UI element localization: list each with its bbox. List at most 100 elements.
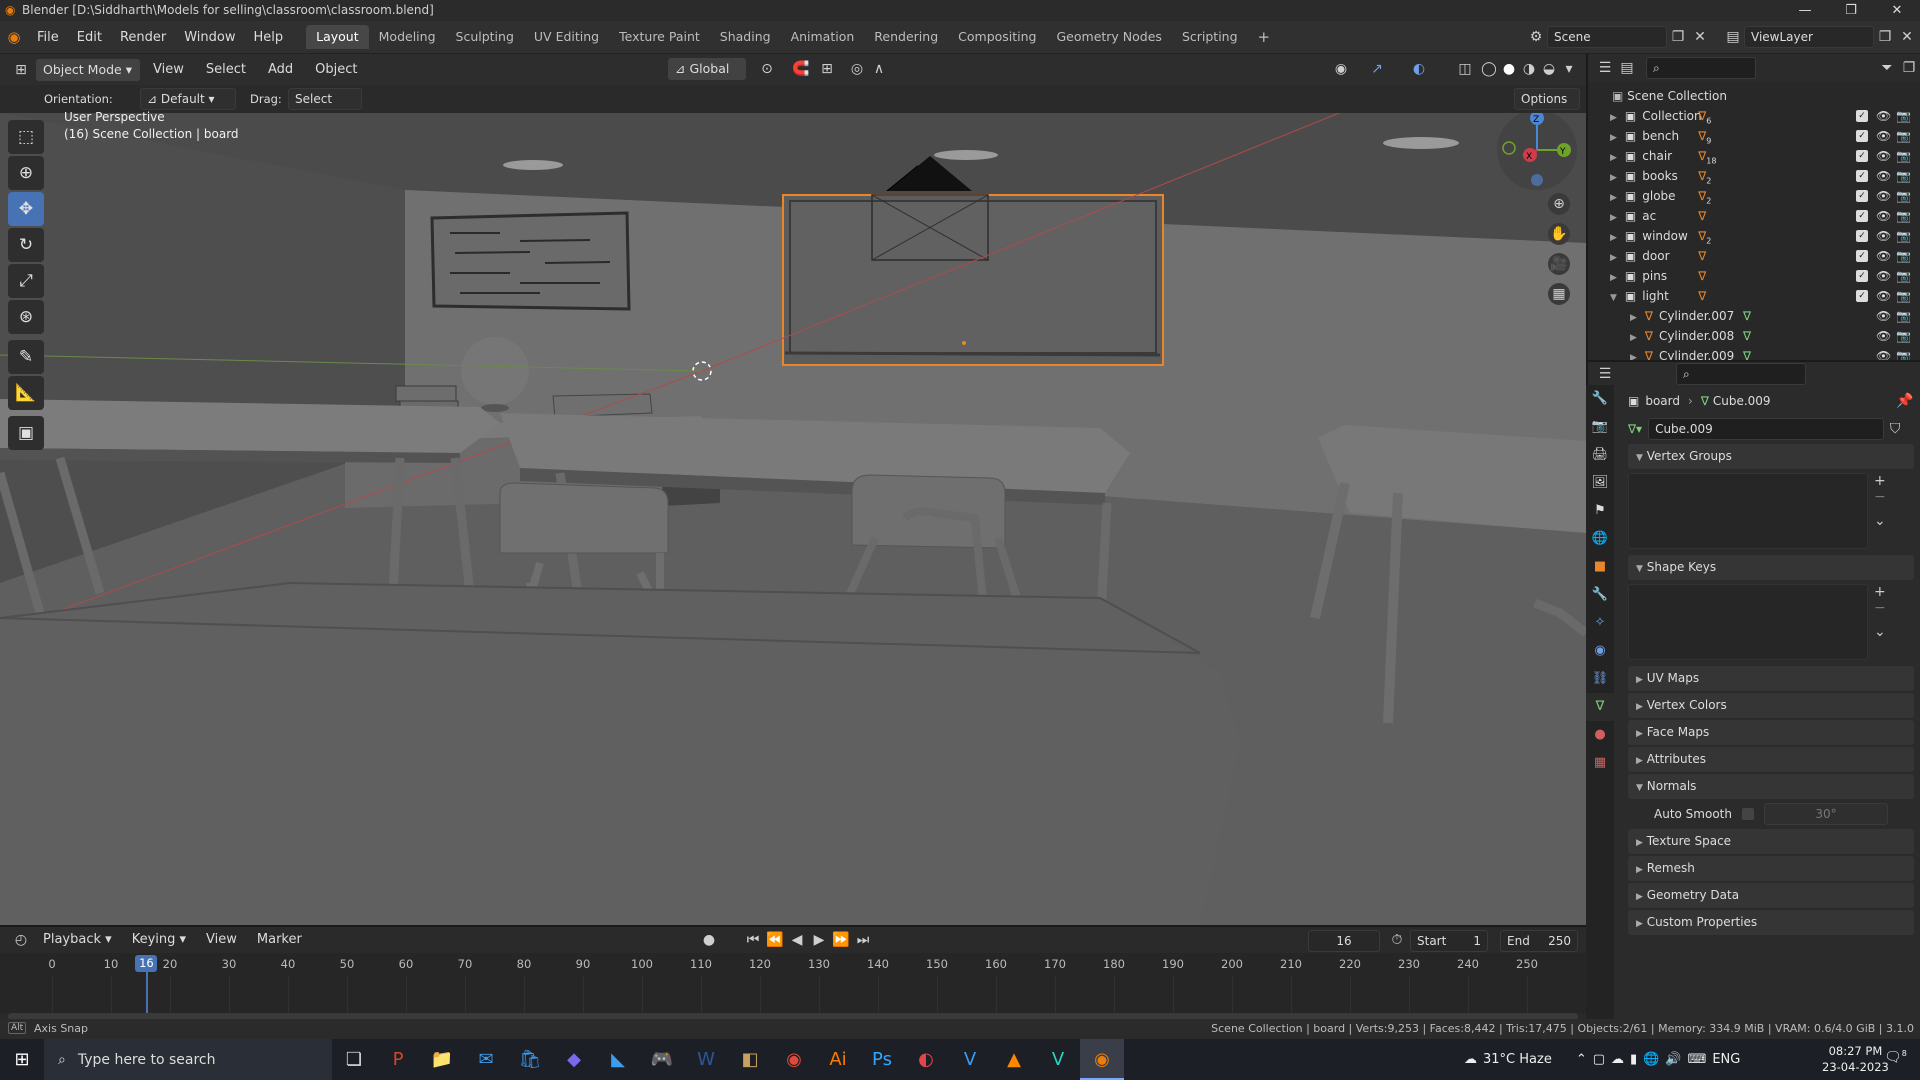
scene-icon[interactable]: ⚙ <box>1525 26 1547 48</box>
output-tab-icon[interactable]: 🖨 <box>1586 441 1614 469</box>
pan-hand-icon[interactable]: ✋ <box>1548 223 1570 245</box>
material-shading-icon[interactable]: ◑ <box>1518 58 1540 80</box>
cloud-icon[interactable]: ☁ <box>1611 1052 1624 1067</box>
tab-modeling[interactable]: Modeling <box>369 25 446 49</box>
exclude-checkbox[interactable]: ✓ <box>1856 170 1868 182</box>
taskbar-search[interactable]: ⌕ Type here to search <box>44 1039 332 1080</box>
record-icon[interactable]: ● <box>698 929 720 951</box>
battery-icon[interactable]: ▮ <box>1630 1052 1637 1067</box>
clock-icon[interactable]: ⏱ <box>1386 929 1408 951</box>
render-camera-icon[interactable]: 📷 <box>1896 206 1911 226</box>
exclude-checkbox[interactable]: ✓ <box>1856 150 1868 162</box>
exclude-checkbox[interactable]: ✓ <box>1856 210 1868 222</box>
rotate-tool-icon[interactable]: ↻ <box>8 228 44 262</box>
expand-arrow-icon[interactable]: ▶ <box>1630 313 1637 323</box>
tab-sculpting[interactable]: Sculpting <box>446 25 524 49</box>
particles-tab-icon[interactable]: ✧ <box>1586 609 1614 637</box>
eye-icon[interactable]: 👁 <box>1876 126 1891 146</box>
menu-timeline-view[interactable]: View <box>197 927 246 953</box>
expand-arrow-icon[interactable]: ▶ <box>1610 213 1617 223</box>
ortho-grid-icon[interactable]: ▦ <box>1548 283 1570 305</box>
texture-tab-icon[interactable]: ▦ <box>1586 749 1614 777</box>
expand-arrow-icon[interactable]: ▶ <box>1610 133 1617 143</box>
blender-menu-icon[interactable]: ◉ <box>0 28 28 46</box>
vlc-icon[interactable]: ▲ <box>992 1039 1036 1080</box>
tab-animation[interactable]: Animation <box>781 25 865 49</box>
mode-dropdown[interactable]: Object Mode ▾ <box>36 58 140 81</box>
remove-item-icon[interactable]: − <box>1874 600 1886 616</box>
outliner-row-pins[interactable]: ▶ ▣ pins ∇ ✓ 👁 📷 <box>1588 266 1920 286</box>
menu-keying[interactable]: Keying ▾ <box>123 927 195 953</box>
solid-shading-icon[interactable]: ● <box>1498 58 1520 80</box>
app-icon-6[interactable]: V <box>948 1039 992 1080</box>
display-mode-icon[interactable]: ▤ <box>1616 57 1638 79</box>
minimize-button[interactable]: — <box>1782 0 1828 21</box>
exclude-checkbox[interactable]: ✓ <box>1856 290 1868 302</box>
eye-icon[interactable]: 👁 <box>1876 166 1891 186</box>
eye-icon[interactable]: 👁 <box>1876 146 1891 166</box>
expand-arrow-icon[interactable]: ▶ <box>1610 273 1617 283</box>
mesh-data-icon[interactable]: ∇▾ <box>1628 422 1642 436</box>
menu-select[interactable]: Select <box>197 54 255 85</box>
app-icon-7[interactable]: V <box>1036 1039 1080 1080</box>
material-tab-icon[interactable]: ● <box>1586 721 1614 749</box>
add-workspace-button[interactable]: + <box>1248 25 1281 49</box>
transform-orientation-dropdown[interactable]: ⊿ Global ▾ <box>668 58 746 98</box>
end-frame-field[interactable]: End 250 <box>1500 930 1578 952</box>
outliner-row-child[interactable]: ▶ ∇ Cylinder.008 ∇ 👁 📷 <box>1588 326 1920 346</box>
play-icon[interactable]: ▶ <box>808 929 830 951</box>
filter-icon[interactable]: ⏷ <box>1876 57 1898 79</box>
expand-arrow-icon[interactable]: ▶ <box>1630 333 1637 343</box>
tab-compositing[interactable]: Compositing <box>948 25 1046 49</box>
wireframe-shading-icon[interactable]: ◯ <box>1478 58 1500 80</box>
measure-tool-icon[interactable]: 📐 <box>8 376 44 410</box>
overlay-toggle-icon[interactable]: ◐ <box>1408 58 1430 80</box>
snap-icon[interactable]: 🧲 <box>790 58 812 80</box>
exclude-checkbox[interactable]: ✓ <box>1856 230 1868 242</box>
outliner-row-collection[interactable]: ▶ ▣ Collection∇6 ✓ 👁 📷 <box>1588 106 1920 126</box>
eye-icon[interactable]: 👁 <box>1876 286 1891 306</box>
tab-scripting[interactable]: Scripting <box>1172 25 1248 49</box>
outliner-row-door[interactable]: ▶ ▣ door ∇ ✓ 👁 📷 <box>1588 246 1920 266</box>
expand-arrow-icon[interactable]: ▶ <box>1610 193 1617 203</box>
maximize-button[interactable]: ❐ <box>1828 0 1874 21</box>
weather-text[interactable]: 31°C Haze <box>1483 1052 1552 1067</box>
eye-icon[interactable]: 👁 <box>1876 186 1891 206</box>
tab-layout[interactable]: Layout <box>306 24 369 49</box>
outliner-row-bench[interactable]: ▶ ▣ bench ∇9 ✓ 👁 📷 <box>1588 126 1920 146</box>
outliner-row-chair[interactable]: ▶ ▣ chair ∇18 ✓ 👁 📷 <box>1588 146 1920 166</box>
tab-geometry-nodes[interactable]: Geometry Nodes <box>1047 25 1172 49</box>
task-view-icon[interactable]: ❏ <box>332 1039 376 1080</box>
visibility-icon[interactable]: ◉ <box>1330 58 1352 80</box>
play-reverse-icon[interactable]: ◀ <box>786 929 808 951</box>
expand-arrow-icon[interactable]: ▶ <box>1610 113 1617 123</box>
language-indicator[interactable]: ENG <box>1712 1052 1740 1067</box>
menu-render[interactable]: Render <box>111 21 175 54</box>
chrome-icon[interactable]: ◉ <box>772 1039 816 1080</box>
transform-tool-icon[interactable]: ⊛ <box>8 300 44 334</box>
menu-chevron-icon[interactable]: ⌄ <box>1874 624 1886 640</box>
windows-start-icon[interactable]: ⊞ <box>0 1039 44 1080</box>
current-frame-field[interactable]: 16 <box>1308 930 1380 952</box>
new-viewlayer-icon[interactable]: ❐ <box>1874 26 1896 48</box>
panel-header[interactable]: ▶ Custom Properties <box>1628 910 1914 935</box>
panel-header[interactable]: ▶ UV Maps <box>1628 666 1914 691</box>
options-dropdown[interactable]: Options <box>1514 88 1580 110</box>
panel-header[interactable]: ▶ Remesh <box>1628 856 1914 881</box>
fake-user-icon[interactable]: ⛉ <box>1884 418 1906 440</box>
illustrator-icon[interactable]: Ai <box>816 1039 860 1080</box>
panel-header[interactable]: ▶ Texture Space <box>1628 829 1914 854</box>
annotate-tool-icon[interactable]: ✎ <box>8 340 44 374</box>
panel-header[interactable]: ▼ Vertex Groups <box>1628 444 1914 469</box>
render-camera-icon[interactable]: 📷 <box>1896 306 1911 326</box>
view-layer-tab-icon[interactable]: 🖼 <box>1586 469 1614 497</box>
render-camera-icon[interactable]: 📷 <box>1896 326 1911 346</box>
constraints-tab-icon[interactable]: ⛓ <box>1586 665 1614 693</box>
exclude-checkbox[interactable]: ✓ <box>1856 110 1868 122</box>
photoshop-icon[interactable]: Ps <box>860 1039 904 1080</box>
app-icon-2[interactable]: ◣ <box>596 1039 640 1080</box>
world-tab-icon[interactable]: 🌐 <box>1586 525 1614 553</box>
tab-texture-paint[interactable]: Texture Paint <box>609 25 710 49</box>
menu-view[interactable]: View <box>144 54 193 85</box>
tray-chevron-icon[interactable]: ⌃ <box>1576 1052 1587 1067</box>
